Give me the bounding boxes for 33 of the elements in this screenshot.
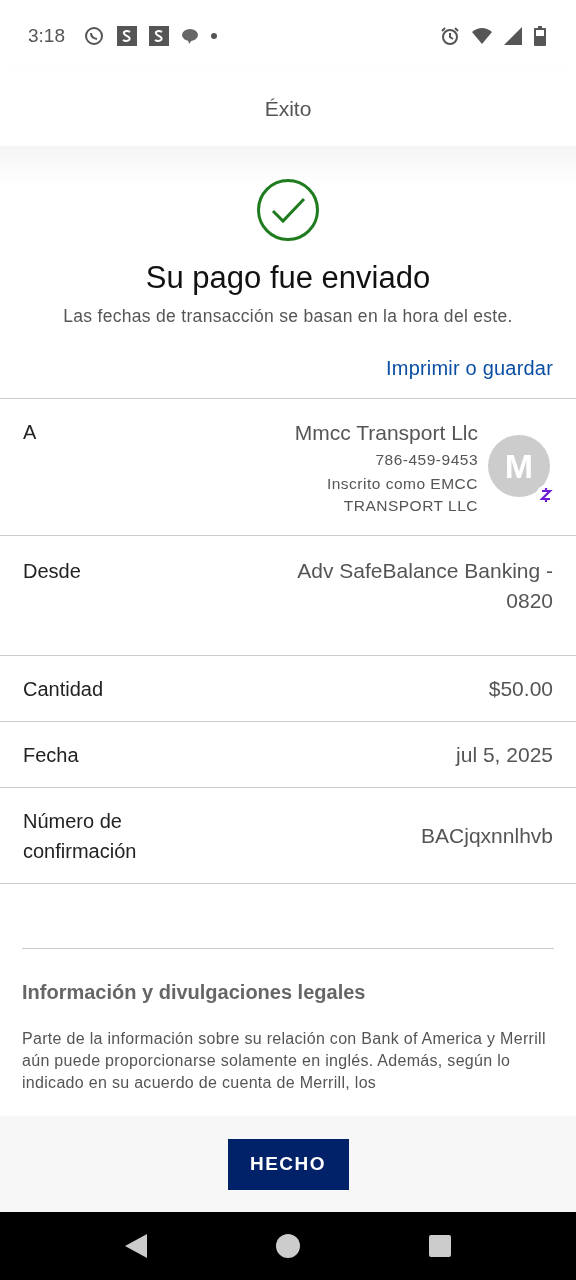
recipient-name: Mmcc Transport Llc — [294, 421, 478, 445]
signal-icon — [504, 27, 522, 45]
done-button[interactable]: HECHO — [227, 1138, 349, 1190]
success-title: Su pago fue enviado — [145, 260, 431, 296]
detail-label: A — [23, 421, 37, 445]
battery-icon — [534, 26, 546, 46]
back-icon[interactable] — [124, 1234, 147, 1258]
detail-label: Desde — [23, 559, 82, 584]
message-icon — [181, 28, 199, 44]
detail-value: Adv SafeBalance Banking - 0820 — [296, 558, 553, 614]
status-time: 3:18 — [28, 25, 65, 47]
enrolled-name: Inscrito como EMCC TRANSPORT LLC — [325, 474, 478, 516]
dot-icon — [211, 33, 217, 39]
app-square-icon — [149, 26, 169, 46]
app-square-icon — [117, 26, 137, 46]
legal-title: Información y divulgaciones legales — [22, 948, 554, 1004]
detail-value: jul 5, 2025 — [454, 741, 553, 768]
timezone-note: Las fechas de transacción se basan en la hora del este. — [63, 306, 513, 327]
screen-title: Éxito — [264, 97, 312, 121]
detail-value: BACjqxnnlhvb — [420, 822, 553, 849]
recipient-phone: 786-459-9453 — [375, 451, 478, 469]
print-or-save-link[interactable]: Imprimir o guardar — [386, 357, 553, 380]
legal-text: Parte de la información sobre su relación con Bank of America y Merrill aún puede proporcionarse solamente en inglés. Además, según lo indicado en su acuerdo de cuenta de Merrill, los — [22, 1029, 547, 1093]
detail-value: $50.00 — [487, 675, 553, 702]
wifi-icon — [472, 28, 492, 44]
detail-label: Número de confirmación — [23, 808, 138, 864]
success-check-icon — [256, 178, 320, 242]
alarm-icon — [440, 26, 460, 46]
detail-label: Fecha — [23, 742, 80, 768]
detail-label: Cantidad — [23, 676, 105, 702]
home-icon[interactable] — [276, 1234, 300, 1258]
zelle-badge-icon — [536, 485, 556, 505]
recents-icon[interactable] — [429, 1235, 452, 1257]
